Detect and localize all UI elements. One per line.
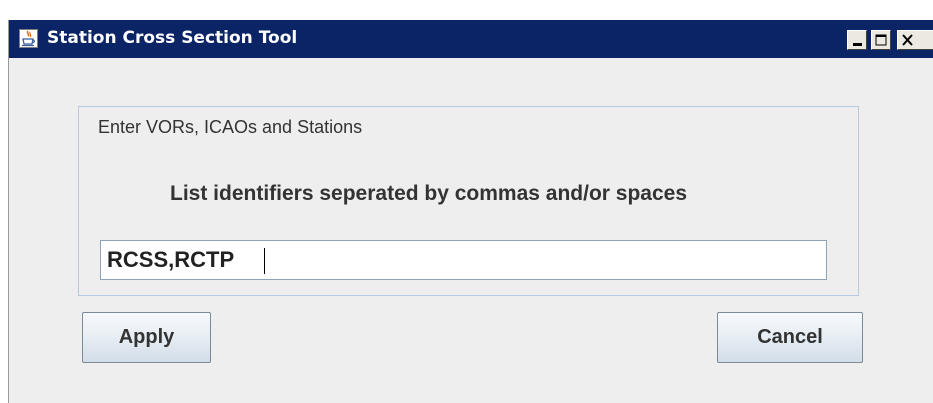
instruction-label: List identifiers seperated by commas and… [170, 182, 688, 205]
close-button[interactable] [897, 30, 933, 50]
group-legend: Enter VORs, ICAOs and Stations [95, 117, 366, 138]
minimize-button[interactable] [847, 30, 867, 50]
maximize-button[interactable] [871, 30, 891, 50]
identifiers-input[interactable] [100, 240, 827, 280]
maximize-icon [875, 34, 887, 46]
title-bar[interactable]: Station Cross Section Tool [9, 20, 933, 58]
apply-button[interactable]: Apply [82, 312, 211, 363]
text-caret [264, 248, 265, 274]
close-icon [902, 34, 913, 46]
window-title: Station Cross Section Tool [47, 28, 298, 48]
java-app-icon[interactable] [19, 29, 38, 48]
minimize-icon [853, 43, 862, 46]
cancel-button[interactable]: Cancel [717, 312, 863, 363]
